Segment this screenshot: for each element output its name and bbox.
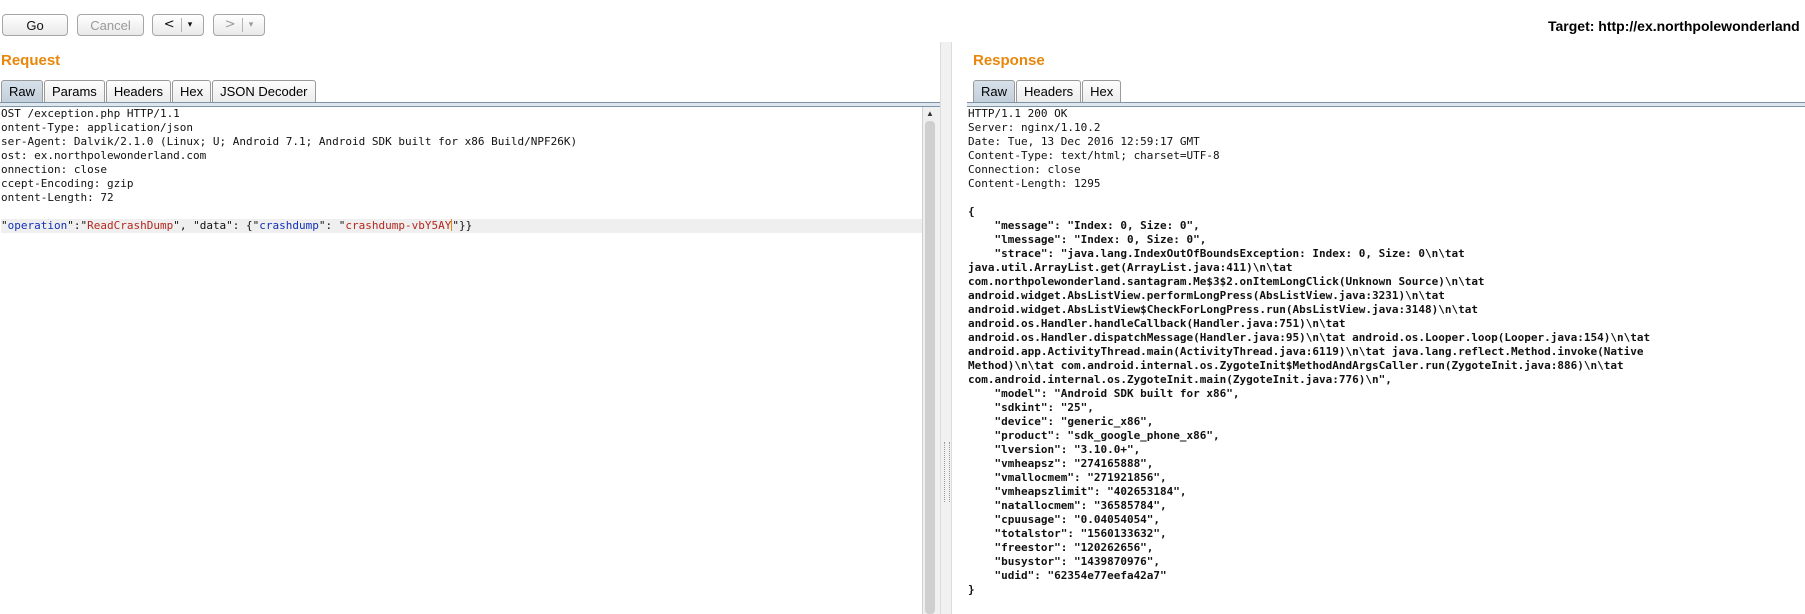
- response-body-line: {: [968, 205, 975, 218]
- request-line: OST /exception.php HTTP/1.1: [1, 107, 180, 120]
- response-editor[interactable]: HTTP/1.1 200 OK Server: nginx/1.10.2 Date:…: [967, 107, 1805, 614]
- toolbar: Go Cancel < ▾ > ▾ Target: http://ex.nort…: [0, 0, 1805, 42]
- response-title: Response: [973, 52, 1045, 69]
- target-label[interactable]: Target: http://ex.northpolewonderland: [1548, 18, 1800, 34]
- response-body-line: "totalstor": "1560133632",: [968, 527, 1167, 540]
- request-line: ost: ex.northpolewonderland.com: [1, 149, 207, 162]
- response-body-line: android.os.Handler.dispatchMessage(Handl…: [968, 331, 1651, 344]
- response-body-line: "product": "sdk_google_phone_x86",: [968, 429, 1220, 442]
- tab-headers[interactable]: Headers: [105, 80, 171, 102]
- response-body-line: "vmheapszlimit": "402653184",: [968, 485, 1187, 498]
- response-body-line: "model": "Android SDK built for x86",: [968, 387, 1240, 400]
- request-line: [1, 205, 922, 219]
- tab-params[interactable]: Params: [44, 80, 105, 102]
- cancel-button[interactable]: Cancel: [77, 14, 144, 36]
- back-button[interactable]: < ▾: [152, 14, 204, 36]
- response-tabs: Raw Headers Hex: [973, 80, 1122, 102]
- response-body-line: "message": "Index: 0, Size: 0",: [968, 219, 1200, 232]
- response-body-line: android.os.Handler.handleCallback(Handle…: [968, 317, 1346, 330]
- body-text: ", "data": {": [173, 219, 260, 232]
- body-text: ": ": [318, 219, 346, 232]
- forward-button[interactable]: > ▾: [213, 14, 265, 36]
- pane-splitter[interactable]: [940, 42, 952, 614]
- response-header-line: [968, 191, 1805, 205]
- response-body-line: com.northpolewonderland.santagram.Me$3$2…: [968, 275, 1485, 288]
- response-header-line: Content-Length: 1295: [968, 177, 1101, 190]
- response-header-line: Server: nginx/1.10.2: [968, 121, 1101, 134]
- request-line: onnection: close: [1, 163, 107, 176]
- response-body-line: com.android.internal.os.ZygoteInit.main(…: [968, 373, 1392, 386]
- request-editor[interactable]: OST /exception.php HTTP/1.1 ontent-Type: …: [0, 107, 922, 614]
- request-tabs: Raw Params Headers Hex JSON Decoder: [1, 80, 317, 102]
- response-body-line: "strace": "java.lang.IndexOutOfBoundsExc…: [968, 247, 1465, 260]
- forward-arrow-icon: >: [224, 17, 236, 32]
- response-header-line: Date: Tue, 13 Dec 2016 12:59:17 GMT: [968, 135, 1200, 148]
- response-body-line: "vmheapsz": "274165888",: [968, 457, 1154, 470]
- json-key: operation: [7, 219, 68, 232]
- tab-hex[interactable]: Hex: [171, 80, 212, 102]
- tab-raw[interactable]: Raw: [1, 80, 44, 102]
- response-body-line: }: [968, 583, 975, 596]
- body-text: ": [1, 219, 8, 232]
- tab-hex[interactable]: Hex: [1082, 80, 1122, 102]
- chevron-down-icon: ▾: [248, 20, 254, 30]
- request-line: ontent-Type: application/json: [1, 121, 194, 134]
- response-body-line: android.widget.AbsListView.performLongPr…: [968, 289, 1445, 302]
- body-text: ":": [67, 219, 88, 232]
- response-body-line: Method)\n\tat com.android.internal.os.Zy…: [968, 359, 1624, 372]
- response-body-line: java.util.ArrayList.get(ArrayList.java:4…: [968, 261, 1293, 274]
- response-body-line: "vmallocmem": "271921856",: [968, 471, 1167, 484]
- response-body-line: "cpuusage": "0.04054054",: [968, 513, 1161, 526]
- response-header-line: Connection: close: [968, 163, 1081, 176]
- response-pane: Response Raw Headers Hex HTTP/1.1 200 OK…: [952, 42, 1805, 614]
- splitter-grip-icon[interactable]: [944, 442, 950, 502]
- response-body-line: "lversion": "3.10.0+",: [968, 443, 1141, 456]
- button-separator: [241, 18, 243, 32]
- response-body-line: "freestor": "120262656",: [968, 541, 1154, 554]
- chevron-down-icon: ▾: [187, 20, 193, 30]
- json-value: ReadCrashDump: [87, 219, 174, 232]
- button-separator: [180, 18, 182, 32]
- response-header-line: HTTP/1.1 200 OK: [968, 107, 1068, 120]
- tab-raw[interactable]: Raw: [973, 80, 1016, 102]
- go-button[interactable]: Go: [2, 14, 68, 36]
- body-text: "}}: [452, 219, 473, 232]
- json-key: crashdump: [259, 219, 319, 232]
- scroll-up-icon[interactable]: ▲: [926, 109, 934, 118]
- response-body-line: "lmessage": "Index: 0, Size: 0",: [968, 233, 1207, 246]
- back-arrow-icon: <: [163, 17, 175, 32]
- request-pane: Request Raw Params Headers Hex JSON Deco…: [0, 42, 940, 614]
- response-body-line: "device": "generic_x86",: [968, 415, 1154, 428]
- tab-headers[interactable]: Headers: [1016, 80, 1082, 102]
- response-body-line: "busystor": "1439870976",: [968, 555, 1161, 568]
- response-body-line: "natallocmem": "36585784",: [968, 499, 1167, 512]
- response-header-line: Content-Type: text/html; charset=UTF-8: [968, 149, 1220, 162]
- response-body-line: android.widget.AbsListView$CheckForLongP…: [968, 303, 1478, 316]
- tab-json-decoder[interactable]: JSON Decoder: [212, 80, 316, 102]
- request-scrollbar[interactable]: ▲: [922, 107, 940, 614]
- json-value: crashdump-vbY5AY: [345, 219, 452, 232]
- request-line: ser-Agent: Dalvik/2.1.0 (Linux; U; Andro…: [1, 135, 578, 148]
- response-body-line: "sdkint": "25",: [968, 401, 1094, 414]
- response-body-line: android.app.ActivityThread.main(Activity…: [968, 345, 1644, 358]
- request-title: Request: [1, 52, 61, 69]
- request-line: ccept-Encoding: gzip: [1, 177, 134, 190]
- scrollbar-thumb[interactable]: [925, 121, 935, 614]
- request-body-line[interactable]: "operation":"ReadCrashDump", "data": {"c…: [1, 219, 922, 233]
- response-body-line: "udid": "62354e77eefa42a7": [968, 569, 1167, 582]
- request-line: ontent-Length: 72: [1, 191, 114, 204]
